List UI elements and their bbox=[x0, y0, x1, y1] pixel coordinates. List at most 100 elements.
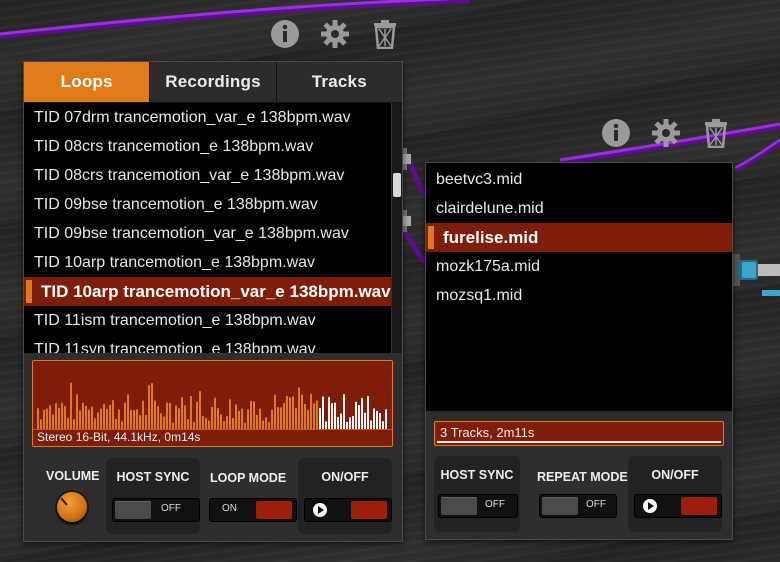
gear-icon[interactable] bbox=[651, 118, 681, 148]
list-item[interactable]: TID 11syn trancemotion_e 138bpm.wav bbox=[24, 335, 402, 353]
waveform-bar bbox=[163, 416, 165, 429]
waveform-bar bbox=[301, 394, 303, 429]
waveform-bar bbox=[232, 418, 234, 429]
waveform-display[interactable]: Stereo 16-Bit, 44.1kHz, 0m14s bbox=[32, 360, 393, 447]
loop-list-scrollbar[interactable] bbox=[391, 103, 402, 353]
host-sync-group: HOST SYNC OFF bbox=[106, 458, 200, 534]
waveform-bar bbox=[202, 416, 204, 429]
waveform-bar bbox=[325, 421, 327, 429]
waveform-bar bbox=[115, 418, 117, 429]
scrollbar-thumb[interactable] bbox=[393, 173, 401, 197]
waveform-bar bbox=[49, 405, 51, 429]
waveform-bar bbox=[346, 421, 348, 429]
trash-icon[interactable] bbox=[370, 19, 400, 49]
loop-player-panel: Loops Recordings Tracks TID 07drm trance… bbox=[23, 61, 403, 542]
list-item[interactable]: TID 10arp trancemotion_e 138bpm.wav bbox=[24, 248, 402, 277]
waveform-bar bbox=[370, 420, 372, 429]
waveform-bar bbox=[193, 422, 195, 429]
waveform-bar bbox=[313, 403, 315, 429]
waveform-bar bbox=[43, 409, 45, 429]
volume-knob[interactable] bbox=[57, 492, 87, 522]
waveform-bar bbox=[139, 415, 141, 429]
waveform-bar bbox=[229, 399, 231, 429]
waveform-bar bbox=[385, 409, 387, 429]
waveform-bar bbox=[91, 406, 93, 429]
list-item[interactable]: mozk175a.mid bbox=[426, 252, 732, 281]
waveform-bar bbox=[133, 409, 135, 429]
waveform-bar bbox=[262, 420, 264, 429]
waveform-bar bbox=[268, 422, 270, 429]
list-item[interactable]: mozsq1.mid bbox=[426, 281, 732, 310]
waveform-bar bbox=[220, 414, 222, 429]
host-sync-label: HOST SYNC bbox=[116, 470, 190, 484]
list-item-selected[interactable]: furelise.mid bbox=[426, 223, 732, 252]
midi-host-sync-toggle[interactable]: OFF bbox=[438, 494, 518, 518]
waveform-bar bbox=[85, 405, 87, 429]
waveform-bar bbox=[166, 402, 168, 429]
onoff-toggle[interactable] bbox=[304, 498, 392, 522]
list-item[interactable]: clairdelune.mid bbox=[426, 194, 732, 223]
gear-icon[interactable] bbox=[320, 19, 350, 49]
waveform-bar bbox=[337, 416, 339, 429]
waveform-bar bbox=[148, 385, 150, 429]
waveform-bar bbox=[76, 394, 78, 429]
tab-tracks[interactable]: Tracks bbox=[276, 62, 402, 102]
waveform-bar bbox=[361, 398, 363, 429]
host-sync-toggle[interactable]: OFF bbox=[112, 498, 200, 522]
waveform-bar bbox=[52, 414, 54, 429]
waveform-bar bbox=[127, 394, 129, 429]
list-item[interactable]: TID 09bse trancemotion_var_e 138bpm.wav bbox=[24, 219, 402, 248]
waveform-bar bbox=[367, 396, 369, 429]
list-item[interactable]: beetvc3.mid bbox=[426, 165, 732, 194]
waveform-bar bbox=[358, 405, 360, 429]
loop-player-tabs: Loops Recordings Tracks bbox=[24, 62, 402, 103]
midi-progress-bar[interactable] bbox=[437, 441, 721, 443]
tab-recordings[interactable]: Recordings bbox=[150, 62, 277, 102]
info-icon[interactable] bbox=[601, 118, 631, 148]
repeat-mode-toggle[interactable]: OFF bbox=[539, 494, 617, 518]
trash-icon[interactable] bbox=[701, 118, 731, 148]
midi-info-text: 3 Tracks, 2m11s bbox=[440, 425, 535, 440]
waveform-bar bbox=[157, 406, 159, 429]
loop-mode-toggle[interactable]: ON bbox=[209, 498, 297, 522]
list-item-selected[interactable]: TID 10arp trancemotion_var_e 138bpm.wav bbox=[24, 277, 402, 306]
waveform-bar bbox=[208, 420, 210, 429]
waveform-bar bbox=[304, 403, 306, 429]
waveform-bar bbox=[103, 403, 105, 429]
midi-host-sync-label: HOST SYNC bbox=[440, 468, 514, 482]
loop-file-list[interactable]: TID 07drm trancemotion_var_e 138bpm.wav … bbox=[24, 103, 402, 353]
waveform-bar bbox=[94, 418, 96, 429]
list-item[interactable]: TID 07drm trancemotion_var_e 138bpm.wav bbox=[24, 103, 402, 132]
waveform-bar bbox=[118, 409, 120, 429]
waveform-bar bbox=[112, 400, 114, 429]
list-item[interactable]: TID 08crs trancemotion_var_e 138bpm.wav bbox=[24, 161, 402, 190]
waveform-bar bbox=[352, 416, 354, 429]
waveform-bar bbox=[70, 382, 72, 429]
midi-onoff-toggle[interactable] bbox=[634, 494, 722, 518]
waveform-bar bbox=[82, 402, 84, 429]
waveform-bar bbox=[241, 408, 243, 429]
waveform-bar bbox=[280, 407, 282, 429]
waveform-bar bbox=[235, 404, 237, 429]
list-item[interactable]: TID 11ism trancemotion_e 138bpm.wav bbox=[24, 306, 402, 335]
midi-host-sync-state: OFF bbox=[485, 499, 505, 510]
info-icon[interactable] bbox=[270, 19, 300, 49]
waveform-bar bbox=[109, 404, 111, 429]
waveform-bar bbox=[160, 413, 162, 429]
list-item[interactable]: TID 08crs trancemotion_e 138bpm.wav bbox=[24, 132, 402, 161]
tab-loops[interactable]: Loops bbox=[24, 62, 151, 102]
waveform-bar bbox=[307, 409, 309, 429]
top-toolbar bbox=[270, 19, 400, 49]
midi-file-list[interactable]: beetvc3.mid clairdelune.mid furelise.mid… bbox=[426, 163, 732, 411]
waveform-bar bbox=[181, 397, 183, 429]
waveform-bar bbox=[379, 413, 381, 429]
waveform-bar bbox=[214, 397, 216, 429]
waveform-bar bbox=[196, 401, 198, 429]
midi-onoff-label: ON/OFF bbox=[651, 468, 699, 482]
waveform-bar bbox=[169, 402, 171, 429]
waveform-bar bbox=[211, 406, 213, 429]
waveform-bar bbox=[319, 407, 321, 429]
midi-onoff-group: ON/OFF bbox=[628, 456, 722, 532]
list-item[interactable]: TID 09bse trancemotion_e 138bpm.wav bbox=[24, 190, 402, 219]
midi-toolbar bbox=[601, 118, 731, 148]
